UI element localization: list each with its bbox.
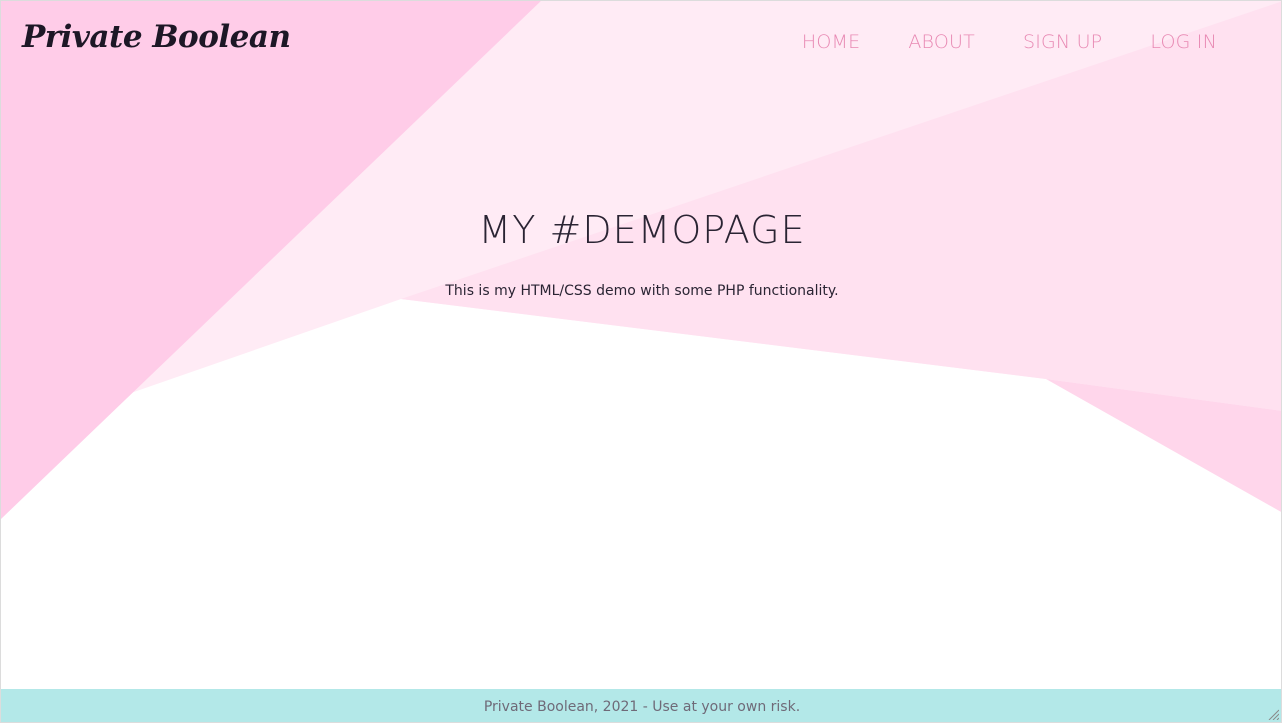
main-nav: HOME ABOUT SIGN UP LOG IN xyxy=(802,31,1217,53)
hero-subtitle: This is my HTML/CSS demo with some PHP f… xyxy=(445,283,839,299)
hero-title: MY #DEMOPAGE xyxy=(478,208,806,252)
footer-text: Private Boolean, 2021 - Use at your own … xyxy=(483,698,801,715)
site-logo[interactable]: Private Boolean xyxy=(22,19,291,55)
nav-home-link[interactable]: HOME xyxy=(802,31,860,53)
page-footer: Private Boolean, 2021 - Use at your own … xyxy=(1,689,1281,722)
background-shapes xyxy=(1,1,1281,519)
nav-signup-link[interactable]: SIGN UP xyxy=(1023,31,1102,53)
nav-about-link[interactable]: ABOUT xyxy=(908,31,975,53)
page: Private Boolean HOME ABOUT SIGN UP LOG I… xyxy=(0,0,1282,723)
resize-grip-icon[interactable] xyxy=(1267,708,1279,720)
nav-login-link[interactable]: LOG IN xyxy=(1150,31,1217,53)
